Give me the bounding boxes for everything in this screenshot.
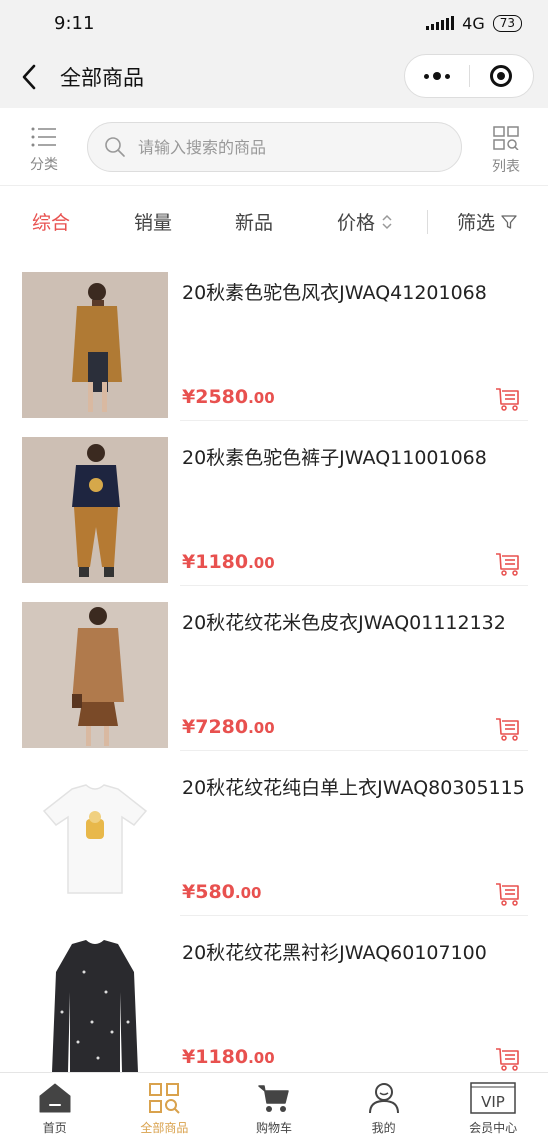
list-view-button[interactable]: 列表 bbox=[486, 126, 526, 176]
status-bar: 9:11 4G 73 bbox=[0, 0, 548, 46]
sort-arrows-icon bbox=[382, 214, 392, 229]
category-label: 分类 bbox=[30, 157, 58, 173]
price-integer: ¥7280 bbox=[182, 716, 249, 738]
tab-label: 综合 bbox=[32, 212, 71, 234]
tab-label: 筛选 bbox=[457, 212, 496, 234]
product-image[interactable] bbox=[22, 602, 168, 748]
product-name: 20秋花纹花黑衬衫JWAQ60107100 bbox=[182, 942, 487, 964]
tab-sales[interactable]: 销量 bbox=[134, 208, 172, 235]
page-title: 全部商品 bbox=[60, 66, 144, 90]
tab-comprehensive[interactable]: 综合 bbox=[32, 208, 70, 235]
price-integer: ¥580 bbox=[182, 881, 235, 903]
back-icon[interactable] bbox=[18, 62, 42, 92]
price-integer: ¥1180 bbox=[182, 1046, 249, 1068]
product-name: 20秋素色驼色风衣JWAQ41201068 bbox=[182, 282, 487, 304]
home-icon bbox=[39, 1083, 71, 1113]
price-decimal: .00 bbox=[248, 554, 275, 572]
product-image[interactable] bbox=[22, 932, 168, 1078]
product-item[interactable]: 20秋花纹花黑衬衫JWAQ60107100 ¥1180.00 bbox=[0, 916, 548, 1081]
tab-price[interactable]: 价格 bbox=[337, 208, 393, 235]
add-to-cart-icon[interactable] bbox=[494, 716, 522, 742]
search-input[interactable] bbox=[138, 137, 438, 157]
nav-label: 会员中心 bbox=[469, 1121, 518, 1135]
product-price: ¥2580.00 bbox=[182, 386, 275, 408]
more-button[interactable] bbox=[405, 54, 469, 98]
product-price: ¥1180.00 bbox=[182, 1046, 275, 1068]
title-bar: 全部商品 bbox=[0, 46, 548, 108]
add-to-cart-icon[interactable] bbox=[494, 881, 522, 907]
product-image[interactable] bbox=[22, 272, 168, 418]
status-time: 9:11 bbox=[54, 12, 95, 34]
user-icon bbox=[368, 1083, 399, 1114]
cart-icon bbox=[258, 1085, 289, 1112]
nav-profile[interactable]: 我的 bbox=[329, 1073, 439, 1139]
tab-filter[interactable]: 筛选 bbox=[457, 208, 517, 235]
nav-all-products[interactable]: 全部商品 bbox=[110, 1073, 220, 1139]
target-icon bbox=[490, 65, 513, 87]
product-price: ¥580.00 bbox=[182, 881, 261, 903]
category-list-icon bbox=[31, 127, 56, 147]
add-to-cart-icon[interactable] bbox=[494, 386, 522, 412]
list-view-label: 列表 bbox=[492, 159, 520, 175]
nav-cart[interactable]: 购物车 bbox=[219, 1073, 329, 1139]
nav-label: 购物车 bbox=[255, 1121, 292, 1135]
filter-funnel-icon bbox=[501, 214, 517, 229]
product-name: 20秋花纹花米色皮衣JWAQ01112132 bbox=[182, 612, 506, 634]
category-button[interactable]: 分类 bbox=[22, 126, 66, 176]
tab-label: 销量 bbox=[134, 212, 173, 234]
nav-label: 首页 bbox=[42, 1121, 67, 1135]
nav-label: 我的 bbox=[371, 1121, 396, 1135]
nav-vip-center[interactable]: VIP 会员中心 bbox=[438, 1073, 548, 1139]
mini-program-capsule bbox=[404, 54, 534, 98]
price-decimal: .00 bbox=[234, 884, 262, 902]
price-decimal: .00 bbox=[248, 719, 275, 737]
add-to-cart-icon[interactable] bbox=[494, 1046, 522, 1072]
add-to-cart-icon[interactable] bbox=[494, 551, 522, 577]
tab-divider bbox=[427, 210, 428, 234]
price-decimal: .00 bbox=[248, 1049, 275, 1067]
product-image[interactable] bbox=[22, 437, 168, 583]
search-box[interactable] bbox=[87, 122, 462, 172]
product-item[interactable]: 20秋素色驼色裤子JWAQ11001068 ¥1180.00 bbox=[0, 421, 548, 586]
network-label: 4G bbox=[462, 13, 485, 33]
price-integer: ¥1180 bbox=[182, 551, 249, 573]
product-price: ¥1180.00 bbox=[182, 551, 275, 573]
filter-bar: 综合 销量 新品 价格 筛选 bbox=[0, 186, 548, 256]
nav-home[interactable]: 首页 bbox=[0, 1073, 110, 1139]
product-list: 20秋素色驼色风衣JWAQ41201068 ¥2580.00 20秋素色驼色裤子… bbox=[0, 256, 548, 1081]
tab-new[interactable]: 新品 bbox=[235, 208, 273, 235]
product-item[interactable]: 20秋素色驼色风衣JWAQ41201068 ¥2580.00 bbox=[0, 256, 548, 421]
more-dots-icon bbox=[423, 72, 450, 80]
status-indicators: 4G 73 bbox=[426, 14, 522, 33]
search-row: 分类 列表 bbox=[0, 108, 548, 186]
grid-view-icon bbox=[493, 126, 519, 151]
product-item[interactable]: 20秋花纹花纯白单上衣JWAQ80305115 ¥580.00 bbox=[0, 751, 548, 916]
bottom-nav: 首页 全部商品 购物车 我的 VIP 会员中心 bbox=[0, 1072, 548, 1139]
product-price: ¥7280.00 bbox=[182, 716, 275, 738]
search-icon bbox=[105, 137, 125, 157]
product-image[interactable] bbox=[22, 767, 168, 913]
signal-icon bbox=[426, 16, 455, 30]
close-mini-program-button[interactable] bbox=[470, 54, 534, 98]
vip-icon: VIP bbox=[470, 1082, 516, 1114]
nav-label: 全部商品 bbox=[140, 1121, 189, 1135]
product-name: 20秋素色驼色裤子JWAQ11001068 bbox=[182, 447, 487, 469]
grid-search-icon bbox=[149, 1083, 181, 1114]
price-integer: ¥2580 bbox=[182, 386, 249, 408]
price-decimal: .00 bbox=[248, 389, 275, 407]
tab-label: 新品 bbox=[235, 212, 274, 234]
svg-text:VIP: VIP bbox=[481, 1093, 505, 1111]
battery-icon: 73 bbox=[492, 14, 522, 32]
tab-label: 价格 bbox=[337, 212, 376, 234]
product-name: 20秋花纹花纯白单上衣JWAQ80305115 bbox=[182, 777, 525, 799]
product-item[interactable]: 20秋花纹花米色皮衣JWAQ01112132 ¥7280.00 bbox=[0, 586, 548, 751]
